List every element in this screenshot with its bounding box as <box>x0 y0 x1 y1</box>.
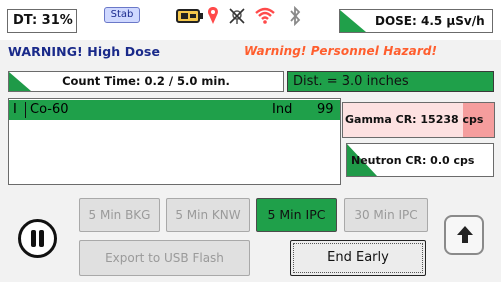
end-early-button[interactable]: End Early <box>290 240 426 276</box>
ipc-30min-button[interactable]: 30 Min IPC <box>344 198 428 232</box>
pause-icon <box>31 230 36 247</box>
gps-pin-icon <box>208 7 218 24</box>
isotope-type: Ind <box>272 102 293 117</box>
pause-button[interactable] <box>18 219 57 258</box>
column-divider <box>25 102 26 118</box>
ipc-5min-button[interactable]: 5 Min IPC <box>256 198 337 232</box>
distance-field[interactable]: Dist. = 3.0 inches <box>287 71 494 92</box>
bluetooth-icon <box>290 6 301 26</box>
bkg-5min-button[interactable]: 5 Min BKG <box>79 198 160 232</box>
pause-icon-bar <box>39 230 44 247</box>
count-time-bar: Count Time: 0.2 / 5.0 min. <box>8 71 284 92</box>
isotope-flag: I <box>13 102 17 117</box>
high-dose-warning: WARNING! High Dose <box>8 44 161 59</box>
gamma-count-rate: Gamma CR: 15238 cps <box>345 113 484 126</box>
survey-screen: DT: 31% Stab DOSE: 4.5 µSv/h WARNING! Hi… <box>0 0 501 282</box>
dose-level-indicator <box>340 10 366 32</box>
count-progress-indicator <box>9 72 31 91</box>
up-arrow-icon <box>457 226 473 243</box>
personnel-hazard-warning: Warning! Personnel Hazard! <box>244 44 438 58</box>
dead-time-readout: DT: 31% <box>7 9 77 33</box>
isotope-name: Co-60 <box>30 102 69 117</box>
stabilized-badge: Stab <box>104 7 140 23</box>
knw-5min-button[interactable]: 5 Min KNW <box>166 198 250 232</box>
isotope-confidence: 99 <box>317 102 334 117</box>
battery-icon <box>176 9 203 23</box>
no-gps-icon <box>229 8 245 24</box>
wifi-icon <box>255 7 275 24</box>
neutron-count-rate: Neutron CR: 0.0 cps <box>351 154 475 167</box>
export-usb-button[interactable]: Export to USB Flash <box>79 240 250 276</box>
